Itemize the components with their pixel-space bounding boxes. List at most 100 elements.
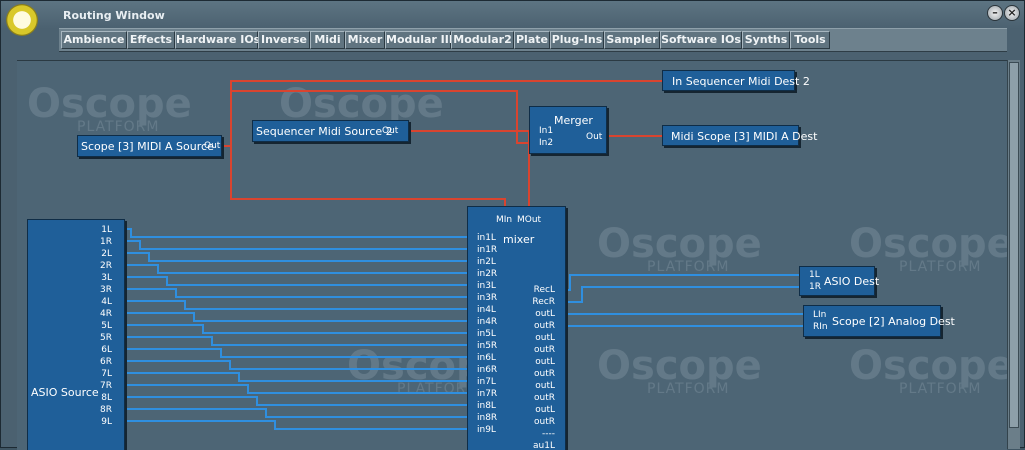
sequencer-midi-source-module[interactable]: Sequencer Midi Source 2 Out (252, 120, 409, 142)
scrollbar-thumb[interactable] (1009, 62, 1019, 428)
module-name: Midi Scope [3] MIDI A Dest (671, 130, 818, 143)
mixer-out-port[interactable]: outL (535, 333, 555, 343)
asio-dest-module[interactable]: 1L 1R ASIO Dest (799, 266, 879, 296)
asio-out-port[interactable]: 2R (100, 261, 112, 271)
analog-dest-module[interactable]: LIn RIn Scope [2] Analog Dest (803, 305, 955, 337)
mixer-in-port[interactable]: in9L (477, 425, 496, 435)
menu-software-ios[interactable]: Software IOs (660, 31, 742, 49)
module-name: Merger (554, 114, 593, 127)
audio-cable (125, 348, 473, 358)
mixer-in-port[interactable]: in5L (477, 329, 496, 339)
menu-mixer[interactable]: Mixer (345, 31, 385, 49)
menu-plate[interactable]: Plate (514, 31, 550, 49)
asio-out-port[interactable]: 1L (101, 225, 112, 235)
vertical-scrollbar[interactable] (1007, 60, 1020, 449)
title-bar[interactable]: Routing Window – × (1, 1, 1024, 36)
asio-out-port[interactable]: 2L (101, 249, 112, 259)
mixer-out-port[interactable]: au1L (533, 441, 555, 450)
asio-source-module[interactable]: ASIO Source 1L 1R 2L 2R 3L 3R 4L 4R 5L 5R 6L 6R 7L 7R… (27, 219, 125, 450)
mixer-in-port[interactable]: in3R (477, 293, 497, 303)
in-port[interactable]: RIn (813, 322, 828, 332)
mixer-in-port[interactable]: in3L (477, 281, 496, 291)
close-icon[interactable]: × (1004, 5, 1020, 21)
window-title: Routing Window (63, 9, 165, 22)
minimize-icon[interactable]: – (987, 5, 1003, 21)
asio-out-port[interactable]: 8L (101, 393, 112, 403)
mixer-out-port[interactable]: outR (534, 369, 555, 379)
mixer-out-port[interactable]: outR (534, 345, 555, 355)
out-port[interactable]: Out (382, 126, 398, 136)
mixer-in-port[interactable]: in6R (477, 365, 497, 375)
menu-midi[interactable]: Midi (310, 31, 345, 49)
mixer-in-port[interactable]: in7R (477, 389, 497, 399)
mixer-in-port[interactable]: in4R (477, 317, 497, 327)
audio-cable (125, 360, 473, 370)
asio-out-port[interactable]: 6R (100, 357, 112, 367)
menu-modular-iii[interactable]: Modular III (385, 31, 453, 49)
asio-out-port[interactable]: 4L (101, 297, 112, 307)
asio-out-port[interactable]: 3L (101, 273, 112, 283)
in1-port[interactable]: In1 (539, 126, 553, 136)
audio-cable (125, 276, 473, 286)
mixer-out-port[interactable]: RecR (532, 297, 555, 307)
asio-out-port[interactable]: 9L (101, 417, 112, 427)
asio-out-port[interactable]: 5L (101, 321, 112, 331)
mixer-in-port[interactable]: in2R (477, 269, 497, 279)
audio-cable (125, 408, 473, 418)
mixer-out-port[interactable]: ---- (542, 429, 555, 439)
menu-synths[interactable]: Synths (742, 31, 790, 49)
asio-out-port[interactable]: 6L (101, 345, 112, 355)
mixer-in-port[interactable]: in8L (477, 401, 496, 411)
asio-out-port[interactable]: 5R (100, 333, 112, 343)
mixer-module[interactable]: MIn MOut mixer in1L in1R in2L in2R in3L in3R i… (467, 206, 566, 450)
menu-hardware-ios[interactable]: Hardware IOs (175, 31, 260, 49)
midi-scope-dest-module[interactable]: Midi Scope [3] MIDI A Dest (662, 125, 817, 146)
midi-out-port[interactable]: MOut (517, 215, 541, 225)
menu-inverse[interactable]: Inverse (258, 31, 310, 49)
asio-out-port[interactable]: 3R (100, 285, 112, 295)
mixer-out-port[interactable]: RecL (534, 285, 555, 295)
mixer-out-port[interactable]: outL (535, 309, 555, 319)
mixer-in-port[interactable]: in4L (477, 305, 496, 315)
menu-ambience[interactable]: Ambience (61, 31, 127, 49)
audio-cable (125, 324, 473, 334)
mixer-in-port[interactable]: in5R (477, 341, 497, 351)
module-name: mixer (503, 233, 535, 246)
in-port[interactable]: 1L (809, 270, 820, 280)
menu-sampler[interactable]: Sampler (604, 31, 660, 49)
mixer-in-port[interactable]: in1L (477, 233, 496, 243)
mixer-in-port[interactable]: in8R (477, 413, 497, 423)
mixer-out-port[interactable]: outR (534, 321, 555, 331)
out-port[interactable]: Out (204, 141, 220, 151)
mixer-in-port[interactable]: in7L (477, 377, 496, 387)
out-port[interactable]: Out (586, 132, 602, 142)
in2-port[interactable]: In2 (539, 138, 553, 148)
asio-out-port[interactable]: 8R (100, 405, 112, 415)
mixer-out-port[interactable]: outR (534, 393, 555, 403)
mixer-in-port[interactable]: in6L (477, 353, 496, 363)
asio-out-port[interactable]: 1R (100, 237, 112, 247)
mixer-in-port[interactable]: in2L (477, 257, 496, 267)
in-port[interactable]: LIn (813, 310, 826, 320)
mixer-out-port[interactable]: outR (534, 417, 555, 427)
merger-module[interactable]: Merger In1 In2 Out (529, 106, 607, 154)
mixer-out-port[interactable]: outL (535, 381, 555, 391)
asio-out-port[interactable]: 7L (101, 369, 112, 379)
mixer-in-port[interactable]: in1R (477, 245, 497, 255)
routing-canvas[interactable]: OscopePLATFORM OscopePLATFORM OscopePLAT… (17, 60, 1007, 450)
midi-in-port[interactable]: MIn (496, 215, 512, 225)
audio-cable (125, 240, 473, 250)
menu-effects[interactable]: Effects (127, 31, 175, 49)
audio-cable (125, 288, 473, 298)
menu-modular2[interactable]: Modular2 (451, 31, 514, 49)
mixer-out-port[interactable]: outL (535, 357, 555, 367)
asio-out-port[interactable]: 7R (100, 381, 112, 391)
menu-tools[interactable]: Tools (790, 31, 830, 49)
module-name: Sequencer Midi Source 2 (256, 125, 393, 138)
mixer-out-port[interactable]: outL (535, 405, 555, 415)
sequencer-midi-dest-module[interactable]: In Sequencer Midi Dest 2 (662, 70, 810, 91)
asio-out-port[interactable]: 4R (100, 309, 112, 319)
scope-midi-source-module[interactable]: Scope [3] MIDI A Source Out (77, 135, 222, 157)
menu-plug-ins[interactable]: Plug-Ins (550, 31, 604, 49)
in-port[interactable]: 1R (809, 282, 821, 292)
